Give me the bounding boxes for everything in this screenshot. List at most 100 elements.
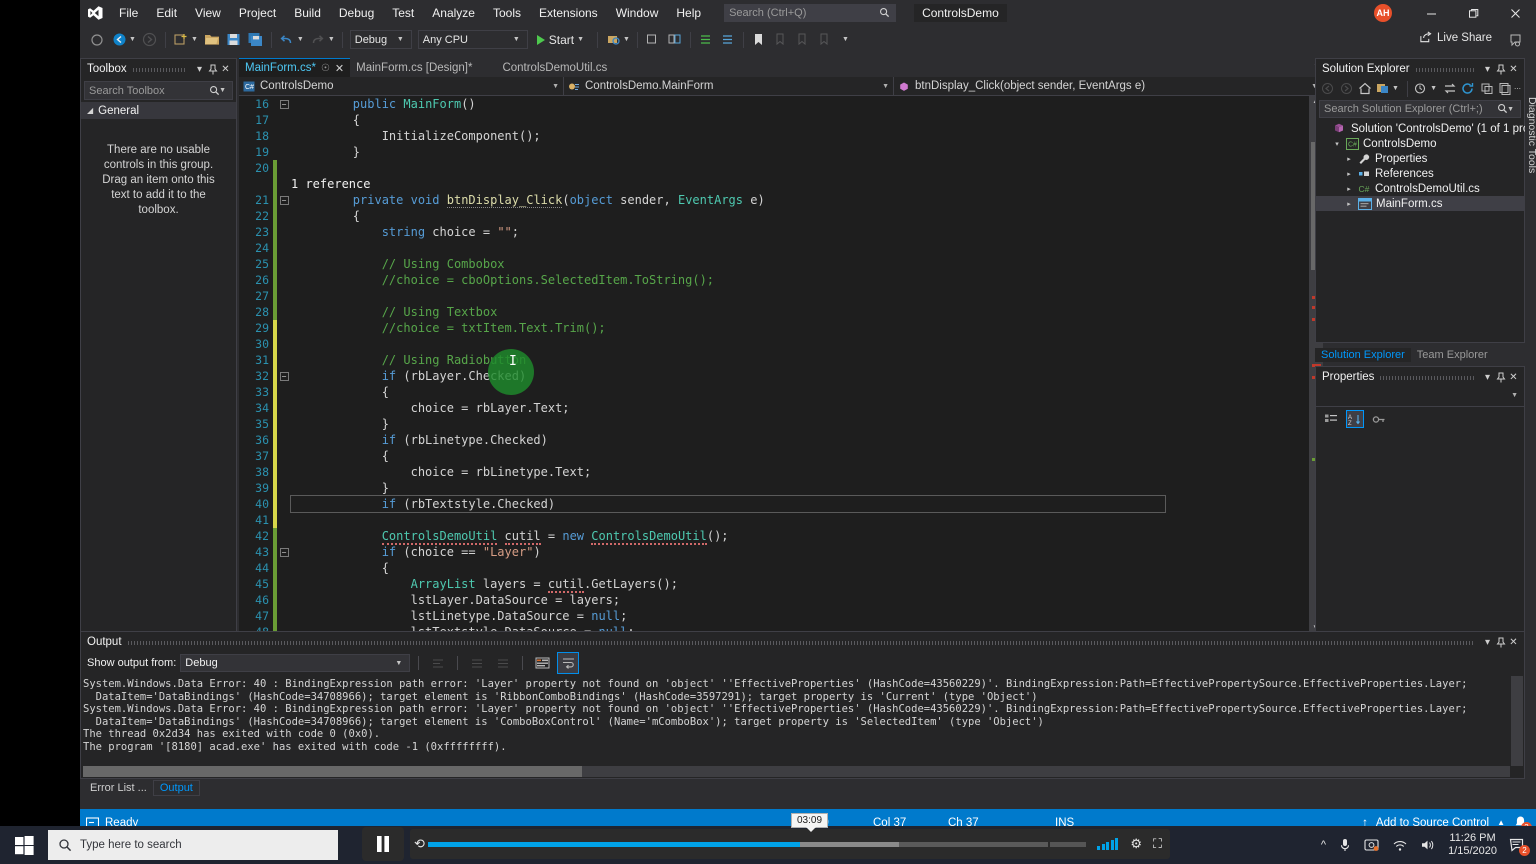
code-text[interactable]: string choice = ""; bbox=[291, 224, 519, 240]
save-icon[interactable] bbox=[223, 29, 245, 51]
chevron-down-icon[interactable]: ▾ bbox=[1481, 370, 1494, 385]
menu-project[interactable]: Project bbox=[230, 0, 285, 26]
code-text[interactable]: // Using Combobox bbox=[291, 256, 505, 272]
menu-extensions[interactable]: Extensions bbox=[530, 0, 607, 26]
collapse-region-icon[interactable]: − bbox=[279, 547, 289, 557]
code-text[interactable] bbox=[291, 512, 295, 528]
pin-icon[interactable] bbox=[1494, 635, 1507, 650]
codelens-reference-count[interactable]: 1 reference bbox=[291, 176, 370, 192]
code-editor[interactable]: 16− public MainForm() 17 {18 InitializeCo… bbox=[239, 96, 1323, 635]
menu-debug[interactable]: Debug bbox=[330, 0, 383, 26]
minimize-button[interactable] bbox=[1410, 0, 1452, 26]
code-line[interactable]: 17 { bbox=[239, 112, 1305, 128]
code-lines[interactable]: 16− public MainForm() 17 {18 InitializeCo… bbox=[239, 96, 1305, 635]
navigate-forward-icon[interactable] bbox=[139, 29, 161, 51]
menu-window[interactable]: Window bbox=[607, 0, 668, 26]
solution-platform-combo[interactable]: Any CPU ▼ bbox=[417, 30, 528, 49]
code-line[interactable]: 18 InitializeComponent(); bbox=[239, 128, 1305, 144]
tree-node[interactable]: ▸ References bbox=[1316, 166, 1524, 181]
toolbar-options-icon[interactable] bbox=[86, 29, 108, 51]
code-text[interactable]: // Using Textbox bbox=[291, 304, 498, 320]
code-line[interactable]: 35 } bbox=[239, 416, 1305, 432]
video-quality-bars-icon[interactable] bbox=[1097, 838, 1118, 850]
code-text[interactable]: //choice = txtItem.Text.Trim(); bbox=[291, 320, 606, 336]
search-options-icon[interactable]: ▼ bbox=[1507, 106, 1514, 113]
code-text[interactable]: { bbox=[291, 560, 389, 576]
new-project-dropdown-icon[interactable]: ▼ bbox=[191, 36, 198, 43]
code-line[interactable]: 37 { bbox=[239, 448, 1305, 464]
close-icon[interactable]: ✕ bbox=[335, 62, 344, 75]
refresh-icon[interactable] bbox=[1460, 78, 1477, 100]
tree-node[interactable]: ▾ C# ControlsDemo bbox=[1316, 136, 1524, 151]
tree-node[interactable]: Solution 'ControlsDemo' (1 of 1 project) bbox=[1316, 121, 1536, 136]
code-line[interactable]: 27 bbox=[239, 288, 1305, 304]
feedback-icon[interactable] bbox=[1504, 29, 1526, 51]
toggle-output-icon[interactable] bbox=[531, 652, 553, 674]
code-text[interactable]: ControlsDemoUtil cutil = new ControlsDem… bbox=[291, 528, 729, 545]
pending-changes-icon[interactable] bbox=[1374, 78, 1391, 100]
word-wrap-icon[interactable] bbox=[557, 652, 580, 674]
code-line[interactable]: 46 lstLayer.DataSource = layers; bbox=[239, 592, 1305, 608]
chevron-down-icon[interactable]: ▼ bbox=[1392, 85, 1399, 92]
taskbar-clock[interactable]: 11:26 PM 1/15/2020 bbox=[1448, 832, 1497, 858]
code-text[interactable]: { bbox=[291, 112, 360, 128]
menu-build[interactable]: Build bbox=[285, 0, 330, 26]
code-line[interactable]: 28 // Using Textbox bbox=[239, 304, 1305, 320]
drag-handle[interactable] bbox=[127, 639, 1475, 645]
avatar[interactable]: AH bbox=[1374, 4, 1392, 22]
bookmark-icon[interactable] bbox=[748, 29, 770, 51]
fold-column[interactable]: − bbox=[277, 547, 291, 557]
volume-icon[interactable] bbox=[1420, 838, 1436, 852]
pin-icon[interactable] bbox=[206, 62, 219, 77]
home-icon[interactable] bbox=[1356, 78, 1373, 100]
categorized-view-icon[interactable] bbox=[1322, 410, 1340, 428]
bottom-tab-error-list[interactable]: Error List ... bbox=[84, 781, 153, 795]
twisty-icon[interactable]: ▸ bbox=[1344, 185, 1354, 193]
code-line[interactable]: 30 bbox=[239, 336, 1305, 352]
code-text[interactable] bbox=[291, 160, 295, 176]
back-dropdown-icon[interactable]: ▼ bbox=[129, 36, 136, 43]
chevron-down-icon[interactable]: ▾ bbox=[1481, 635, 1494, 650]
bottom-tab-output[interactable]: Output bbox=[152, 779, 200, 796]
find-message-icon[interactable] bbox=[427, 652, 449, 674]
undo-dropdown-icon[interactable]: ▼ bbox=[297, 36, 304, 43]
property-pages-icon[interactable] bbox=[1370, 410, 1388, 428]
step-over-icon[interactable] bbox=[664, 29, 686, 51]
redo-icon[interactable] bbox=[307, 29, 329, 51]
clear-bookmarks-icon[interactable] bbox=[814, 29, 836, 51]
close-icon[interactable]: ✕ bbox=[1507, 62, 1520, 77]
code-line[interactable]: 45 ArrayList layers = cutil.GetLayers(); bbox=[239, 576, 1305, 593]
live-share-button[interactable]: Live Share bbox=[1419, 31, 1492, 44]
code-line[interactable]: 24 bbox=[239, 240, 1305, 256]
code-line[interactable]: 47 lstLinetype.DataSource = null; bbox=[239, 608, 1305, 624]
code-line[interactable]: 38 choice = rbLinetype.Text; bbox=[239, 464, 1305, 480]
solution-tree[interactable]: Solution 'ControlsDemo' (1 of 1 project)… bbox=[1316, 121, 1536, 211]
code-text[interactable]: lstLayer.DataSource = layers; bbox=[291, 592, 621, 608]
fold-column[interactable]: − bbox=[277, 99, 291, 109]
drag-handle[interactable] bbox=[1380, 374, 1475, 380]
toolbox-group-general[interactable]: ◢ General bbox=[81, 102, 236, 119]
chevron-down-icon[interactable]: ▾ bbox=[193, 62, 206, 77]
output-text[interactable]: System.Windows.Data Error: 40 : BindingE… bbox=[83, 678, 1510, 764]
attach-process-icon[interactable] bbox=[602, 29, 624, 51]
code-line[interactable]: 23 string choice = ""; bbox=[239, 224, 1305, 240]
new-project-icon[interactable] bbox=[170, 29, 192, 51]
twisty-icon[interactable]: ▸ bbox=[1344, 200, 1354, 208]
diagnostic-tools-strip[interactable]: Diagnostic Tools bbox=[1525, 58, 1536, 651]
video-progress-track[interactable] bbox=[428, 841, 1048, 847]
previous-bookmark-icon[interactable] bbox=[770, 29, 792, 51]
drag-handle[interactable] bbox=[132, 66, 187, 72]
scrollbar-thumb[interactable] bbox=[83, 766, 583, 777]
code-text[interactable]: lstLinetype.DataSource = null; bbox=[291, 608, 628, 624]
output-source-combo[interactable]: Debug ▼ bbox=[180, 654, 411, 672]
code-text[interactable] bbox=[291, 240, 295, 256]
code-text[interactable]: //choice = cboOptions.SelectedItem.ToStr… bbox=[291, 272, 714, 288]
output-vertical-scrollbar[interactable] bbox=[1511, 676, 1523, 766]
pin-icon[interactable]: ☉ bbox=[321, 63, 330, 74]
twisty-icon[interactable]: ▸ bbox=[1344, 170, 1354, 178]
show-hidden-icons-icon[interactable]: ^ bbox=[1321, 839, 1326, 851]
replay-icon[interactable]: ⟲ bbox=[414, 836, 425, 852]
collapse-all-icon[interactable] bbox=[1478, 78, 1495, 100]
code-text[interactable]: } bbox=[291, 480, 389, 496]
open-file-icon[interactable] bbox=[201, 29, 223, 51]
